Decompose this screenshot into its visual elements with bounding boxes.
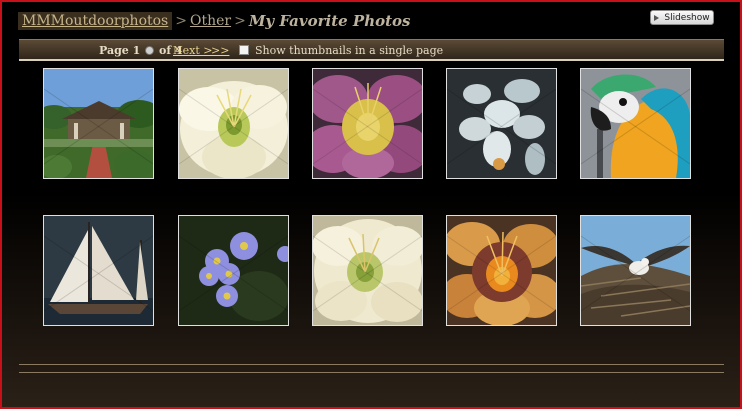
thumbnail-gazebo-brick-path[interactable]: [43, 68, 154, 179]
page-title: My Favorite Photos: [248, 12, 411, 30]
photo-cream-daylily-2: [313, 216, 422, 325]
play-icon: [654, 14, 660, 21]
photo-cream-daylily: [179, 69, 288, 178]
thumbnail-osprey-nest[interactable]: [580, 215, 691, 326]
breadcrumb-category-link[interactable]: Other: [190, 13, 231, 29]
last-page-link[interactable]: >>: [211, 44, 229, 57]
breadcrumb-separator: >: [234, 13, 246, 29]
page-prefix: Page: [99, 44, 129, 57]
single-page-checkbox[interactable]: [239, 45, 249, 55]
thumbnail-blue-gold-macaw[interactable]: [580, 68, 691, 179]
thumbnail-white-orchid[interactable]: [446, 68, 557, 179]
photo-orange-daylily: [447, 216, 556, 325]
thumbnail-purple-daylily[interactable]: [312, 68, 423, 179]
thumbnail-orange-daylily[interactable]: [446, 215, 557, 326]
page-select-icon[interactable]: [145, 46, 155, 55]
slideshow-label: Slideshow: [664, 12, 710, 23]
photo-gazebo: [44, 69, 153, 178]
current-page-number: 1: [132, 44, 141, 57]
page-indicator: Page 1 of 4: [99, 44, 183, 57]
photo-osprey-nest: [581, 216, 690, 325]
single-page-label: Show thumbnails in a single page: [255, 44, 444, 57]
breadcrumb-separator: >: [175, 13, 187, 29]
footer-divider: [19, 364, 724, 365]
photo-purple-daylily: [313, 69, 422, 178]
breadcrumb: MMMoutdoorphotos > Other > My Favorite P…: [18, 11, 411, 31]
photo-white-orchid: [447, 69, 556, 178]
gallery-frame: MMMoutdoorphotos > Other > My Favorite P…: [0, 0, 742, 409]
photo-macaw: [581, 69, 690, 178]
pager-bar: Page 1 of 4 Next > >> Show thumbnails in…: [19, 39, 724, 61]
photo-sailboat: [44, 216, 153, 325]
breadcrumb-home-link[interactable]: MMMoutdoorphotos: [18, 12, 173, 30]
thumbnail-sailboat[interactable]: [43, 215, 154, 326]
thumbnail-cream-daylily[interactable]: [178, 68, 289, 179]
thumbnail-cream-daylily-2[interactable]: [312, 215, 423, 326]
next-page-link[interactable]: Next >: [173, 44, 212, 57]
thumbnail-purple-asters[interactable]: [178, 215, 289, 326]
footer-divider: [19, 372, 724, 373]
slideshow-button[interactable]: Slideshow: [650, 10, 714, 25]
photo-purple-asters: [179, 216, 288, 325]
